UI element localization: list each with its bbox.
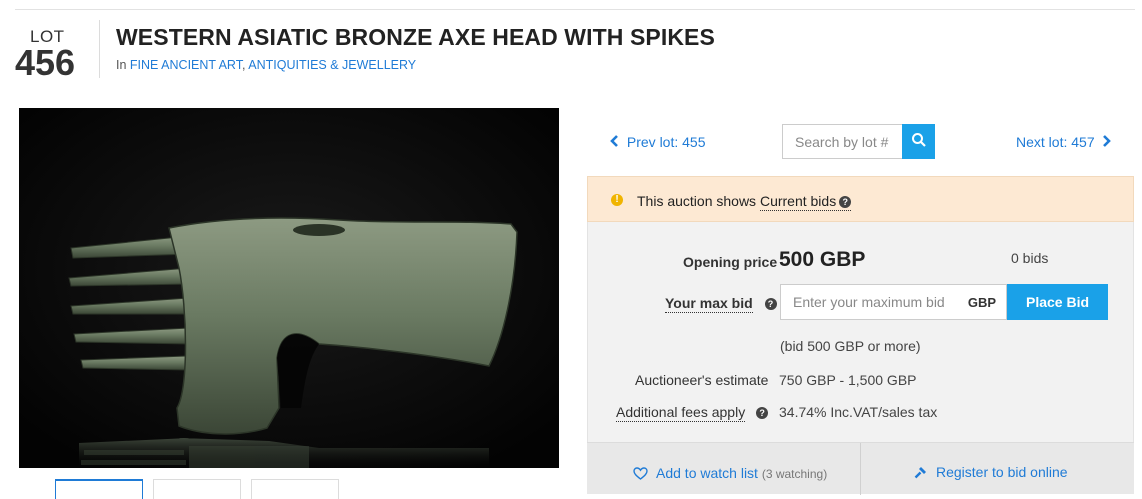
prev-lot-label: Prev lot: 455 [626, 134, 706, 150]
current-bids-notice: ! This auction shows Current bids? [587, 176, 1134, 222]
thumbnail-3[interactable] [251, 479, 339, 499]
lot-main-image[interactable] [19, 108, 559, 468]
action-divider [860, 443, 861, 495]
breadcrumb-link-ancient-art[interactable]: FINE ANCIENT ART [130, 58, 242, 72]
question-icon: ? [764, 298, 777, 310]
opening-price-currency: GBP [819, 248, 866, 271]
thumbnail-1[interactable] [55, 479, 143, 499]
min-bid-hint: (bid 500 GBP or more) [780, 338, 921, 354]
max-bid-field[interactable]: GBP [780, 284, 1007, 320]
breadcrumb-link-antiquities[interactable]: ANTIQUITIES & JEWELLERY [248, 58, 416, 72]
question-icon: ? [839, 196, 852, 208]
thumbnail-2[interactable] [153, 479, 241, 499]
search-icon [911, 133, 926, 147]
notice-text-label: This auction shows [637, 193, 757, 209]
opening-price-value: 500 GBP [779, 248, 865, 272]
breadcrumb: In FINE ANCIENT ART, ANTIQUITIES & JEWEL… [116, 58, 416, 72]
gavel-icon [914, 465, 928, 482]
axe-head-photo [19, 108, 559, 468]
lot-badge: LOT 456 [15, 24, 99, 83]
prev-lot-link[interactable]: Prev lot: 455 [610, 134, 706, 151]
lot-number: 456 [15, 42, 76, 83]
fees-value: 34.74% Inc.VAT/sales tax [779, 404, 938, 420]
breadcrumb-sep: , [242, 58, 246, 72]
fees-label: Additional fees apply [616, 404, 746, 422]
bid-panel: Opening price 500 GBP 0 bids Your max bi… [587, 222, 1134, 442]
max-bid-currency: GBP [967, 295, 996, 310]
lot-search-button[interactable] [902, 124, 935, 159]
add-to-watchlist-button[interactable]: Add to watch list (3 watching) [633, 465, 827, 483]
lot-divider [99, 20, 100, 78]
estimate-label: Auctioneer's estimate [635, 372, 769, 388]
notice-text: This auction shows Current bids? [637, 193, 852, 211]
current-bids-label: Current bids [759, 193, 837, 209]
lot-title: WESTERN ASIATIC BRONZE AXE HEAD WITH SPI… [116, 24, 715, 50]
lot-search-input[interactable] [782, 124, 902, 159]
lot-actions: Add to watch list (3 watching) Register … [587, 442, 1134, 495]
max-bid-label: Your max bid [665, 295, 753, 313]
next-lot-label: Next lot: 457 [1016, 134, 1095, 150]
watchlist-label: Add to watch list [656, 465, 758, 481]
max-bid-input[interactable] [781, 285, 959, 319]
current-bids-help[interactable]: Current bids? [759, 193, 852, 211]
heart-icon [633, 467, 648, 483]
next-lot-link[interactable]: Next lot: 457 [1016, 134, 1111, 151]
exclamation-icon: ! [611, 194, 623, 206]
register-to-bid-button[interactable]: Register to bid online [914, 464, 1068, 482]
max-bid-help[interactable]: Your max bid ? [665, 295, 777, 313]
watching-count: (3 watching) [761, 467, 828, 481]
fees-help[interactable]: Additional fees apply ? [616, 404, 769, 422]
register-label: Register to bid online [936, 464, 1068, 480]
opening-price-amount: 500 [779, 248, 815, 271]
top-divider [15, 9, 1135, 10]
chevron-left-icon [610, 134, 619, 151]
chevron-right-icon [1102, 134, 1111, 151]
question-icon: ? [756, 407, 769, 419]
bids-count: 0 bids [1011, 250, 1049, 266]
estimate-value: 750 GBP - 1,500 GBP [779, 372, 917, 388]
place-bid-button[interactable]: Place Bid [1007, 284, 1108, 320]
opening-price-label: Opening price [683, 254, 778, 270]
breadcrumb-prefix: In [116, 58, 127, 72]
